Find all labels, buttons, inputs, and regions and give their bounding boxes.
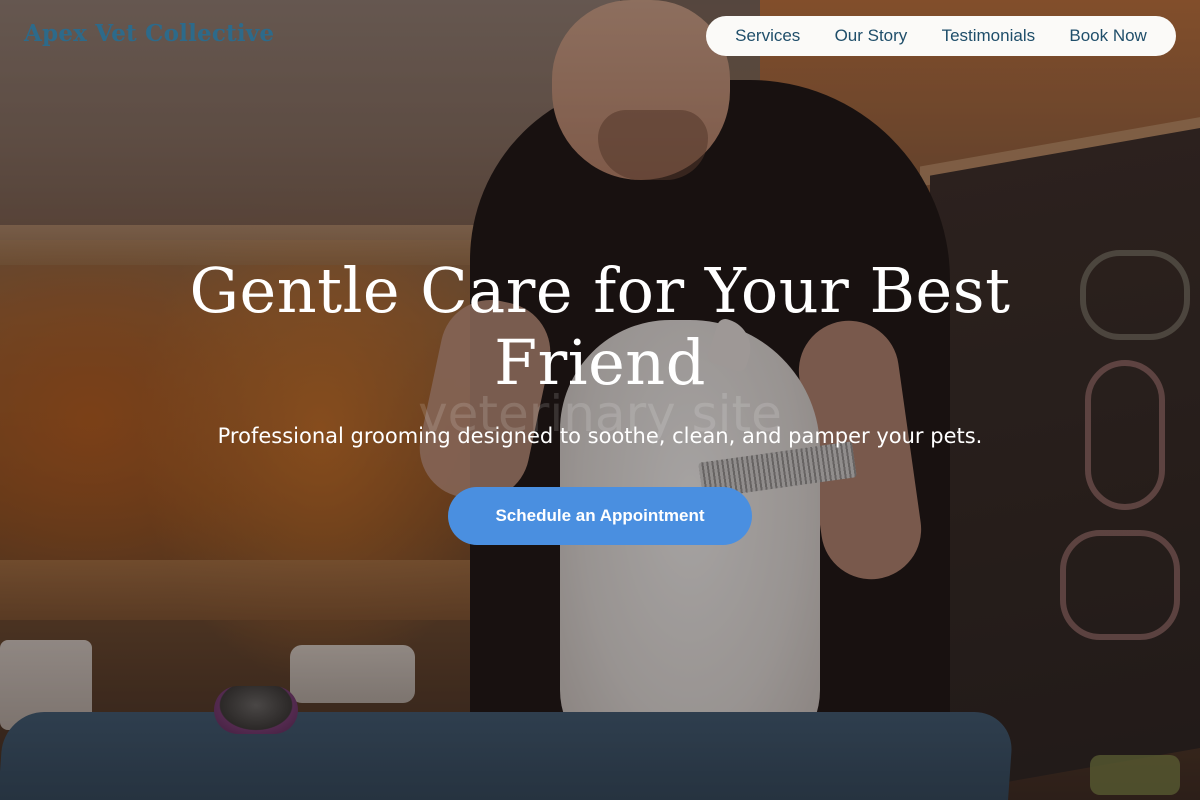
site-logo[interactable]: Apex Vet Collective	[24, 20, 274, 47]
hero-subtitle: Professional grooming designed to soothe…	[217, 424, 983, 448]
nav-link-our-story[interactable]: Our Story	[835, 26, 908, 46]
main-nav: Services Our Story Testimonials Book Now	[706, 16, 1176, 56]
nav-link-testimonials[interactable]: Testimonials	[942, 26, 1036, 46]
schedule-appointment-button[interactable]: Schedule an Appointment	[448, 487, 752, 545]
nav-link-book-now[interactable]: Book Now	[1069, 26, 1146, 46]
nav-link-services[interactable]: Services	[735, 26, 800, 46]
hero-title: Gentle Care for Your Best Friend	[189, 254, 1011, 399]
hero-section: Apex Vet Collective Services Our Story T…	[0, 0, 1200, 800]
